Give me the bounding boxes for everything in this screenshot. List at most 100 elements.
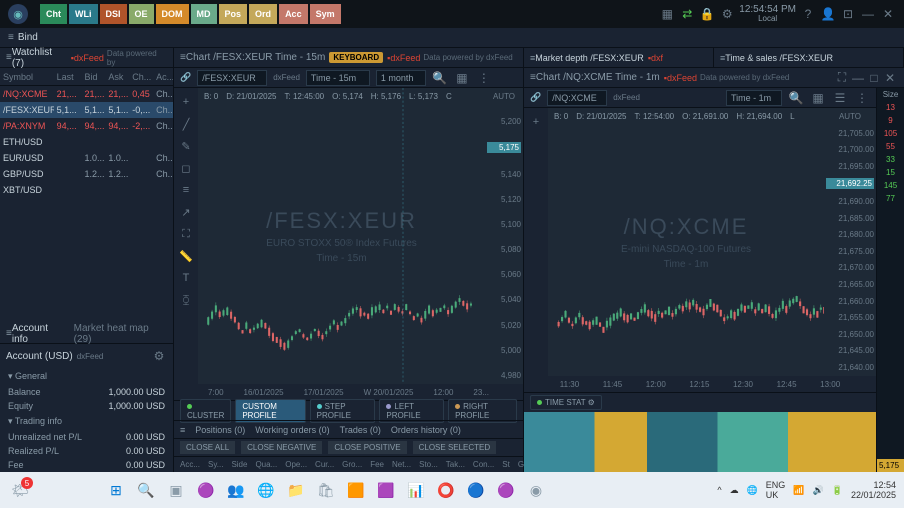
watchlist-row[interactable]: /FESX:XEUR5,1...5,1...5,1...-0,...Ch...: [0, 102, 173, 118]
crosshair-icon[interactable]: +: [178, 94, 194, 110]
timeframe-input[interactable]: [726, 90, 782, 106]
search-icon[interactable]: 🔍: [788, 90, 804, 106]
profile-cluster[interactable]: CLUSTER: [180, 399, 231, 423]
watchlist-row[interactable]: XBT/USD: [0, 182, 173, 198]
profile-step-profile[interactable]: STEP PROFILE: [310, 399, 376, 423]
pencil-icon[interactable]: ✎: [178, 138, 194, 154]
tray-chevron-icon[interactable]: ^: [717, 485, 721, 495]
symbol-input[interactable]: [547, 90, 607, 106]
search-icon[interactable]: 🔍: [134, 478, 158, 502]
help-icon[interactable]: ?: [800, 6, 816, 22]
chart1-plot[interactable]: B: 0D: 21/01/2025T: 12:45:00O: 5,174H: 5…: [198, 88, 485, 384]
explorer-icon[interactable]: 📁: [284, 478, 308, 502]
taskview-icon[interactable]: ▣: [164, 478, 188, 502]
chrome-icon[interactable]: ⭕: [434, 478, 458, 502]
weather-icon[interactable]: 🌤5: [8, 478, 32, 502]
app-icon[interactable]: 🟪: [374, 478, 398, 502]
layout-icon[interactable]: ▦: [659, 6, 675, 22]
watchlist-row[interactable]: ETH/USD: [0, 134, 173, 150]
range-input[interactable]: [376, 70, 426, 86]
edge-icon[interactable]: 🌐: [254, 478, 278, 502]
module-md[interactable]: MD: [191, 4, 217, 24]
copilot-icon[interactable]: 🟣: [194, 478, 218, 502]
app-icon[interactable]: 🟧: [344, 478, 368, 502]
grid-icon[interactable]: ▦: [810, 90, 826, 106]
dxtrade-icon[interactable]: ◉: [524, 478, 548, 502]
module-wli[interactable]: WLi: [69, 4, 98, 24]
wifi-icon[interactable]: 📶: [793, 485, 804, 496]
close-icon[interactable]: ✕: [880, 6, 896, 22]
fib-icon[interactable]: ≡: [178, 182, 194, 198]
close-btn[interactable]: CLOSE SELECTED: [413, 441, 497, 454]
watchlist-title[interactable]: Watchlist (7): [12, 47, 67, 69]
account-settings-icon[interactable]: ⚙: [151, 348, 167, 364]
watchlist-row[interactable]: GBP/USD1.2...1.2...Ch...: [0, 166, 173, 182]
tab[interactable]: Trades (0): [340, 425, 381, 435]
search-icon[interactable]: 🔍: [432, 70, 448, 86]
account-name[interactable]: Account (USD): [6, 351, 73, 362]
ruler-icon[interactable]: 📏: [178, 248, 194, 264]
shapes-icon[interactable]: ◻: [178, 160, 194, 176]
more-icon[interactable]: ⋮: [854, 90, 870, 106]
more-icon[interactable]: ⋮: [476, 70, 492, 86]
close-btn[interactable]: CLOSE NEGATIVE: [241, 441, 322, 454]
trend-icon[interactable]: ╱: [178, 116, 194, 132]
profile-right-profile[interactable]: RIGHT PROFILE: [448, 399, 517, 423]
user-icon[interactable]: 👤: [820, 6, 836, 22]
crosshair-icon[interactable]: +: [528, 114, 544, 130]
volume-icon[interactable]: 🔊: [813, 485, 824, 496]
timeframe-input[interactable]: [306, 70, 370, 86]
app-icon[interactable]: 🔵: [464, 478, 488, 502]
link-icon[interactable]: 🔗: [180, 72, 191, 83]
lang-indicator[interactable]: ENGUK: [766, 480, 786, 500]
watchlist-row[interactable]: /NQ:XCME21,...21,...21,...0,45Ch...: [0, 86, 173, 102]
onedrive-icon[interactable]: ☁: [730, 485, 739, 496]
minimize-icon[interactable]: —: [860, 6, 876, 22]
expand-icon[interactable]: ⛶: [178, 226, 194, 242]
general-section[interactable]: ▾ General: [0, 368, 173, 385]
start-icon[interactable]: ⊞: [104, 478, 128, 502]
lock-icon[interactable]: 🔒: [699, 6, 715, 22]
minimize-icon[interactable]: —: [850, 70, 866, 86]
module-ord[interactable]: Ord: [249, 4, 277, 24]
settings-icon[interactable]: ⚙: [719, 6, 735, 22]
profile-custom-profile[interactable]: CUSTOM PROFILE: [235, 399, 305, 423]
magnet-icon[interactable]: ⧲: [178, 292, 194, 308]
chart2-plot[interactable]: B: 0D: 21/01/2025T: 12:54:00O: 21,691.00…: [548, 108, 824, 376]
module-dom[interactable]: DOM: [156, 4, 189, 24]
heat-strip[interactable]: [524, 412, 876, 472]
module-sym[interactable]: Sym: [310, 4, 341, 24]
heatmap-tab[interactable]: Market heat map (29): [74, 323, 167, 345]
store-icon[interactable]: 🛍: [314, 478, 338, 502]
maximize-icon[interactable]: □: [866, 70, 882, 86]
tab[interactable]: Positions (0): [195, 425, 245, 435]
grid-icon[interactable]: ▦: [454, 70, 470, 86]
watchlist-row[interactable]: EUR/USD1.0...1.0...Ch...: [0, 150, 173, 166]
close-btn[interactable]: CLOSE POSITIVE: [328, 441, 406, 454]
network-icon[interactable]: 🌐: [747, 485, 758, 496]
account-tab[interactable]: Account info: [12, 323, 66, 345]
clock-tray[interactable]: 12:5422/01/2025: [851, 480, 896, 500]
bind-label[interactable]: Bind: [18, 32, 38, 43]
tab[interactable]: Working orders (0): [255, 425, 329, 435]
profile-left-profile[interactable]: LEFT PROFILE: [379, 399, 444, 423]
battery-icon[interactable]: 🔋: [832, 485, 843, 496]
module-cht[interactable]: Cht: [40, 4, 67, 24]
timestat-button[interactable]: TIME STAT ⚙: [530, 395, 602, 410]
module-pos[interactable]: Pos: [219, 4, 248, 24]
close-btn[interactable]: CLOSE ALL: [180, 441, 235, 454]
teams-icon[interactable]: 👥: [224, 478, 248, 502]
list-icon[interactable]: ☰: [832, 90, 848, 106]
text-icon[interactable]: T: [178, 270, 194, 286]
module-dsi[interactable]: DSI: [100, 4, 127, 24]
sync-icon[interactable]: ⇄: [679, 6, 695, 22]
tab[interactable]: Orders history (0): [391, 425, 461, 435]
module-oe[interactable]: OE: [129, 4, 154, 24]
app-icon[interactable]: 📊: [404, 478, 428, 502]
app-logo[interactable]: ◉: [8, 4, 28, 24]
arrow-icon[interactable]: ↗: [178, 204, 194, 220]
window-icon[interactable]: ⊡: [840, 6, 856, 22]
trading-section[interactable]: ▾ Trading info: [0, 413, 173, 430]
expand-icon[interactable]: ⛶: [834, 70, 850, 86]
module-acc[interactable]: Acc: [279, 4, 308, 24]
